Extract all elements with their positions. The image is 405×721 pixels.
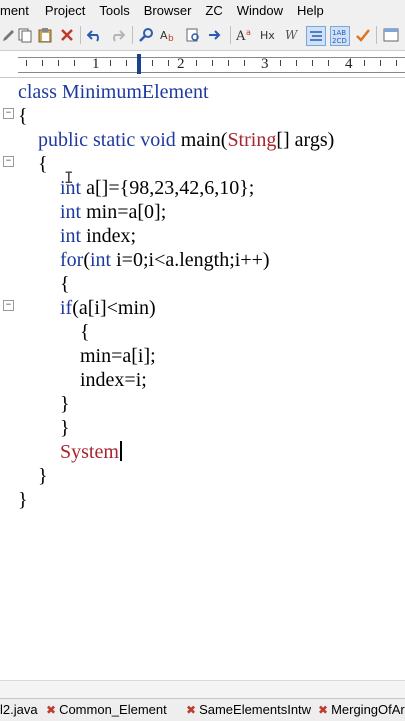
- code-line: if(a[i]<min): [60, 297, 156, 319]
- tab-label: SameElementsIntw: [199, 702, 312, 717]
- code-line: }: [60, 417, 70, 439]
- find-files-icon[interactable]: [184, 26, 202, 44]
- find-icon[interactable]: [138, 26, 156, 44]
- menu-browser[interactable]: Browser: [144, 3, 192, 18]
- redo-icon[interactable]: [108, 26, 126, 44]
- code-line: {: [80, 321, 90, 343]
- paste-icon[interactable]: [36, 26, 54, 44]
- menu-document[interactable]: ment: [0, 3, 29, 18]
- code-line: for(int i=0;i<a.length;i++): [60, 249, 270, 271]
- ruler: 1 2 3 4: [0, 51, 405, 78]
- code-line: min=a[i];: [80, 345, 156, 367]
- svg-text:A: A: [160, 29, 168, 42]
- svg-text:1AB: 1AB: [332, 29, 346, 37]
- menu-tools[interactable]: Tools: [99, 3, 129, 18]
- svg-text:Hx: Hx: [260, 29, 275, 42]
- tab-label: MergingOfArr: [331, 702, 405, 717]
- svg-text:W: W: [285, 28, 299, 42]
- toolbar: Ab Aa Hx W 1AB 2CD: [0, 20, 405, 51]
- code-line: {: [38, 153, 48, 175]
- close-icon[interactable]: ✖: [318, 703, 328, 717]
- document-tabs: l2.java ✖ Common_Element ✖ SameElementsInt…: [0, 698, 405, 721]
- code-line: index=i;: [80, 369, 147, 391]
- tab-file[interactable]: ✖ MergingOfArr: [318, 702, 405, 717]
- code-line: }: [38, 465, 48, 487]
- svg-text:A: A: [236, 29, 246, 43]
- code-text: class MinimumElement: [18, 81, 209, 103]
- fold-gutter: − − −: [0, 78, 14, 678]
- menu-window[interactable]: Window: [237, 3, 283, 18]
- undo-icon[interactable]: [86, 26, 104, 44]
- code-line: class MinimumElement: [18, 80, 209, 104]
- fold-collapse-icon[interactable]: −: [3, 156, 14, 167]
- code-text: public static void main(String[] args): [38, 129, 335, 151]
- close-icon[interactable]: ✖: [186, 703, 196, 717]
- code-line: }: [18, 489, 28, 511]
- menu-project[interactable]: Project: [45, 3, 85, 18]
- line-numbers-icon[interactable]: 1AB 2CD: [330, 26, 350, 46]
- svg-text:a: a: [246, 28, 251, 37]
- horizontal-scrollbar[interactable]: [0, 680, 405, 699]
- code-line: }: [60, 393, 70, 415]
- font-icon[interactable]: Aa: [236, 26, 254, 44]
- tab-file[interactable]: ✖ Common_Element: [46, 702, 167, 717]
- fold-collapse-icon[interactable]: −: [3, 300, 14, 311]
- ruler-label-1: 1: [92, 56, 100, 72]
- tab-label: Common_Element: [59, 702, 167, 717]
- ruler-label-3: 3: [261, 56, 269, 72]
- spellcheck-icon[interactable]: [354, 26, 372, 44]
- copy-icon[interactable]: [16, 26, 34, 44]
- menu-help[interactable]: Help: [297, 3, 324, 18]
- goto-icon[interactable]: [206, 26, 224, 44]
- window-icon[interactable]: [382, 26, 400, 44]
- tab-label: l2.java: [0, 702, 38, 717]
- tab-file[interactable]: l2.java: [0, 702, 38, 717]
- code-line: int a[]={98,23,42,6,10};: [60, 177, 255, 199]
- fold-collapse-icon[interactable]: −: [3, 108, 14, 119]
- svg-text:b: b: [168, 34, 174, 43]
- replace-icon[interactable]: Ab: [160, 26, 178, 44]
- delete-icon[interactable]: [58, 26, 76, 44]
- svg-text:2CD: 2CD: [332, 37, 347, 44]
- code-line: System: [60, 440, 122, 464]
- align-icon[interactable]: [306, 26, 326, 46]
- code-line: int index;: [60, 225, 137, 247]
- close-icon[interactable]: ✖: [46, 703, 56, 717]
- text-caret: [119, 441, 122, 461]
- menu-zc[interactable]: ZC: [205, 3, 222, 18]
- hex-icon[interactable]: Hx: [260, 26, 278, 44]
- code-text: System: [60, 441, 119, 463]
- ruler-label-4: 4: [345, 56, 353, 72]
- ruler-cursor-marker[interactable]: [137, 54, 141, 74]
- code-line: public static void main(String[] args): [38, 128, 334, 152]
- code-line: {: [18, 105, 28, 127]
- tab-file[interactable]: ✖ SameElementsIntw: [186, 702, 311, 717]
- ruler-label-2: 2: [177, 56, 185, 72]
- mouse-ibeam-icon: I: [64, 168, 74, 187]
- word-wrap-icon[interactable]: W: [284, 26, 302, 44]
- menu-bar: ment Project Tools Browser ZC Window Hel…: [0, 0, 405, 20]
- code-line: {: [60, 273, 70, 295]
- code-line: int min=a[0];: [60, 201, 167, 223]
